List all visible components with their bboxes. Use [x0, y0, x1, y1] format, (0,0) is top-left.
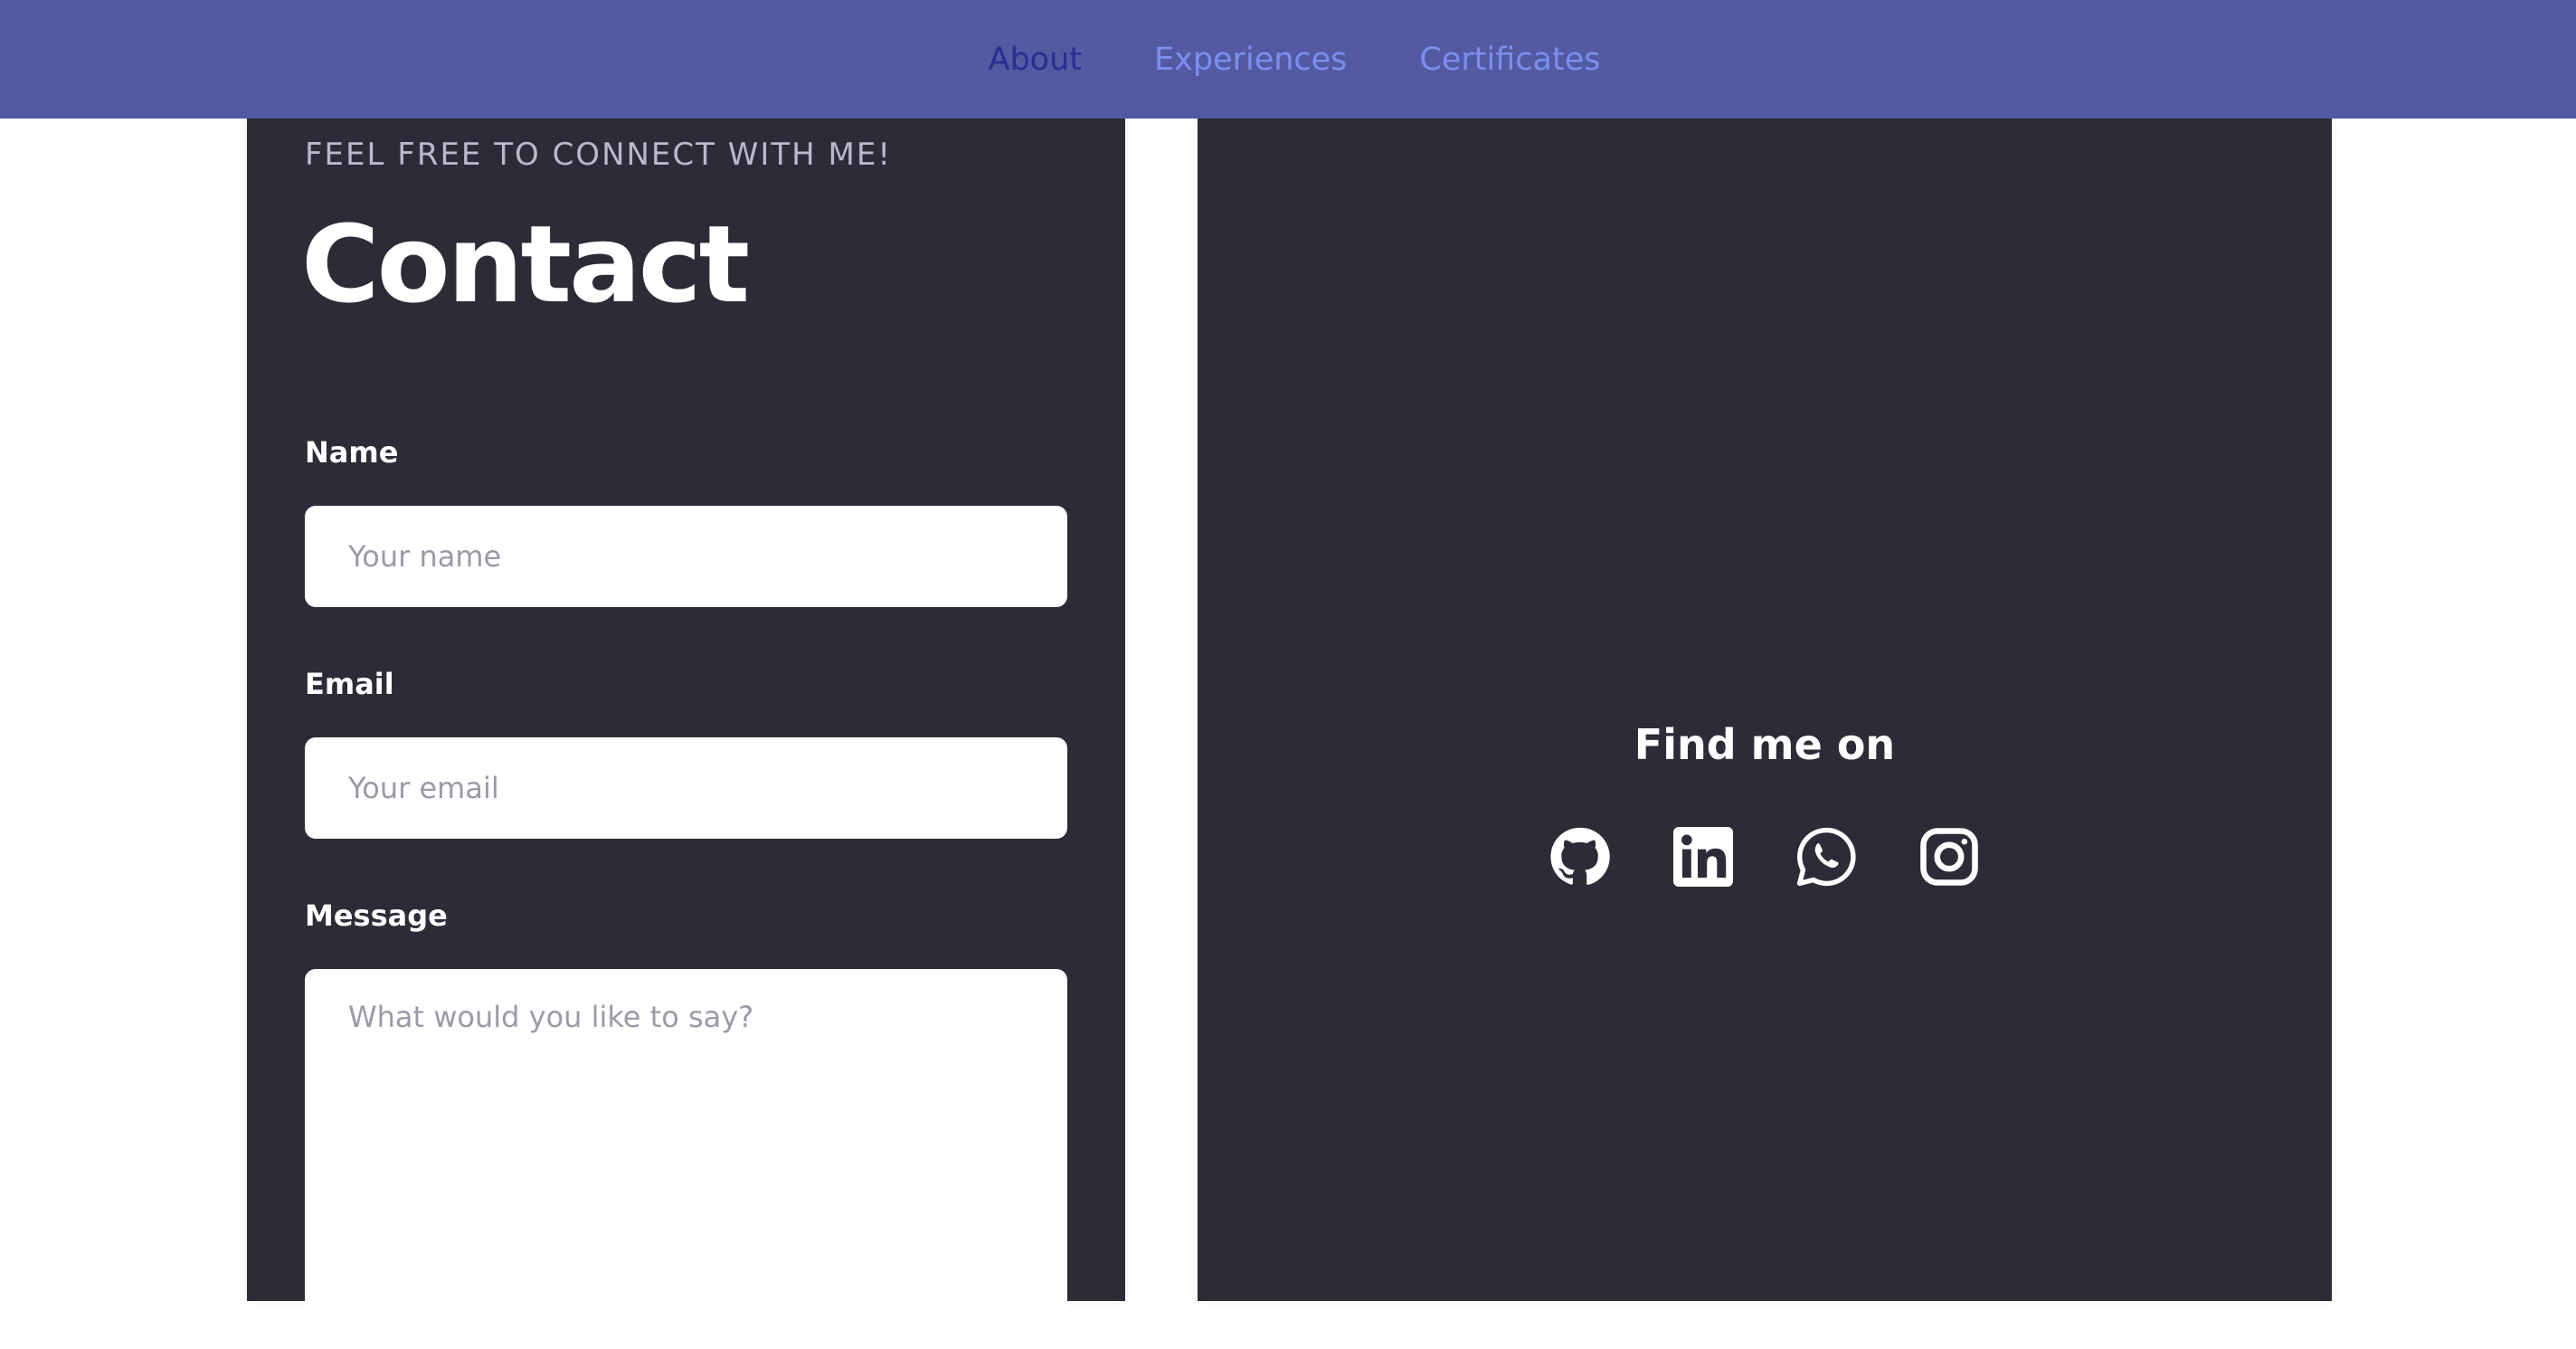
- nav-link-certificates[interactable]: Certificates: [1419, 42, 1600, 78]
- email-label: Email: [305, 667, 394, 701]
- name-label: Name: [305, 435, 399, 470]
- linkedin-icon[interactable]: [1671, 824, 1736, 889]
- instagram-icon[interactable]: [1917, 824, 1982, 889]
- whatsapp-icon[interactable]: [1794, 824, 1859, 889]
- nav-link-about[interactable]: About: [989, 42, 1082, 78]
- nav-link-experiences[interactable]: Experiences: [1154, 42, 1347, 78]
- top-navbar: About Experiences Certificates: [0, 0, 2576, 119]
- message-textarea[interactable]: [305, 969, 1067, 1349]
- social-card: Find me on: [1198, 119, 2332, 1301]
- name-input[interactable]: [305, 506, 1067, 607]
- main-nav: About Experiences Certificates: [989, 42, 1601, 78]
- message-label: Message: [305, 898, 448, 933]
- page-title: Contact: [301, 202, 750, 327]
- find-me-title: Find me on: [1634, 720, 1896, 769]
- social-links: [1198, 824, 2332, 889]
- contact-form-card: FEEL FREE TO CONNECT WITH ME! Contact Na…: [247, 119, 1125, 1349]
- contact-eyebrow: FEEL FREE TO CONNECT WITH ME!: [305, 137, 892, 173]
- email-input[interactable]: [305, 737, 1067, 839]
- github-icon[interactable]: [1548, 824, 1613, 889]
